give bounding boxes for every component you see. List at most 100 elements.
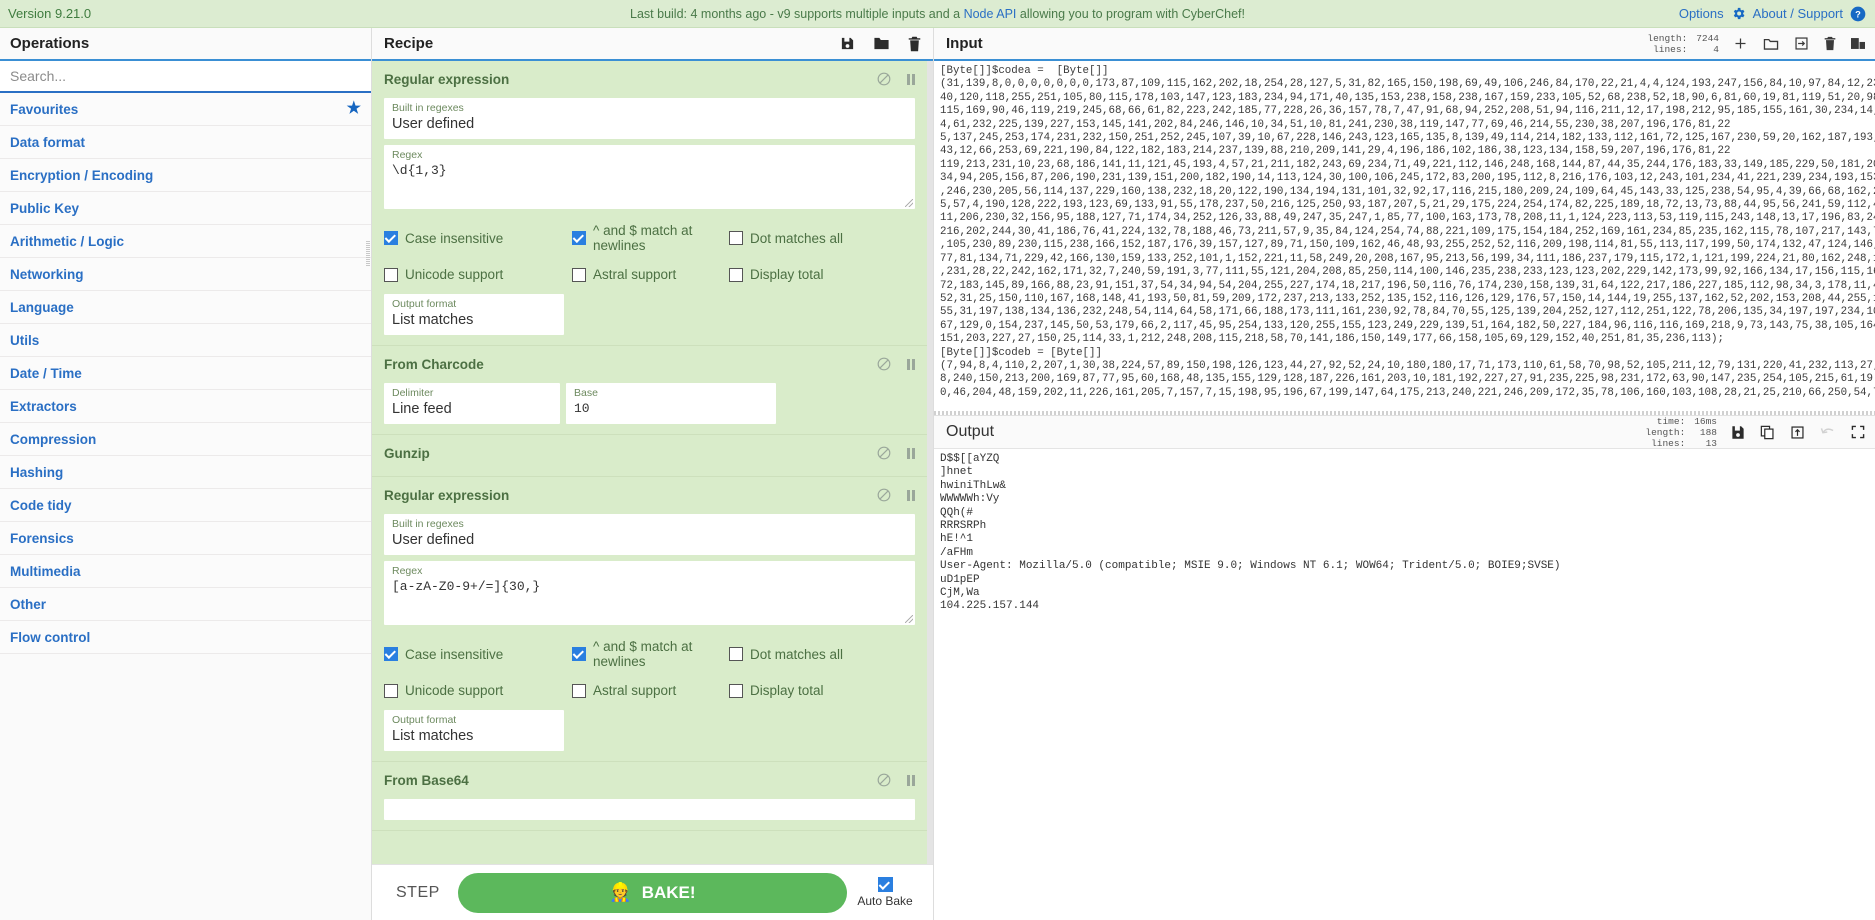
astral-support-checkbox[interactable] [572, 267, 586, 282]
input-textarea[interactable]: [Byte[]]$codea = [Byte[]] (31,139,8,0,0,… [934, 61, 1875, 416]
disable-op-icon[interactable] [877, 488, 891, 502]
bake-button[interactable]: 👷 BAKE! [457, 872, 847, 913]
open-file-folder-icon[interactable] [1763, 37, 1779, 51]
disable-op-icon[interactable] [877, 446, 891, 460]
breakpoint-pause-icon[interactable] [907, 358, 915, 370]
sidebar-item-language[interactable]: Language [0, 291, 371, 324]
io-split-handle[interactable] [934, 411, 1875, 415]
sidebar-item-other[interactable]: Other [0, 588, 371, 621]
operations-scrollbar[interactable] [366, 241, 370, 267]
unicode-support-checkbox-wrap[interactable]: Unicode support [384, 267, 572, 282]
display-total-checkbox-wrap[interactable]: Display total [729, 267, 824, 282]
sidebar-item-hashing[interactable]: Hashing [0, 456, 371, 489]
unicode-support-checkbox[interactable] [384, 267, 398, 282]
load-recipe-folder-icon[interactable] [873, 36, 890, 51]
astral-support-checkbox[interactable] [572, 683, 586, 698]
open-folder-as-input-icon[interactable] [1794, 36, 1809, 51]
sidebar-item-label: Code tidy [10, 497, 72, 513]
save-recipe-icon[interactable] [840, 36, 855, 51]
dotall-checkbox-wrap[interactable]: Dot matches all [729, 223, 843, 253]
maximise-output-icon[interactable] [1851, 425, 1865, 439]
case-insensitive-checkbox[interactable] [384, 647, 398, 661]
options-link[interactable]: Options [1679, 6, 1724, 21]
display-total-checkbox[interactable] [729, 683, 743, 698]
base-input[interactable]: Base 10 [566, 383, 776, 424]
case-insensitive-checkbox-wrap[interactable]: Case insensitive [384, 639, 572, 669]
dotall-checkbox[interactable] [729, 647, 743, 661]
search-input[interactable] [0, 61, 371, 93]
breakpoint-pause-icon[interactable] [907, 73, 915, 85]
delimiter-select[interactable]: Delimiter Line feed [384, 383, 560, 424]
regex-input[interactable]: Regex \d{1,3} [384, 145, 915, 209]
star-icon[interactable]: ★ [347, 101, 361, 117]
sidebar-item-extractors[interactable]: Extractors [0, 390, 371, 423]
case-insensitive-checkbox[interactable] [384, 231, 398, 245]
sidebar-item-favourites[interactable]: Favourites ★ [0, 93, 371, 126]
sidebar-item-data-format[interactable]: Data format [0, 126, 371, 159]
recipe-op-regular-expression-2[interactable]: Regular expression Built in regexes User… [372, 482, 927, 762]
sidebar-item-date-time[interactable]: Date / Time [0, 357, 371, 390]
builtin-regexes-select[interactable]: Built in regexes User defined [384, 514, 915, 555]
resize-handle[interactable] [905, 199, 913, 207]
sidebar-item-encryption-encoding[interactable]: Encryption / Encoding [0, 159, 371, 192]
add-input-tab-plus-icon[interactable] [1733, 36, 1748, 51]
display-total-checkbox-wrap[interactable]: Display total [729, 683, 824, 698]
auto-bake-toggle[interactable]: Auto Bake [847, 877, 923, 908]
breakpoint-pause-icon[interactable] [907, 447, 915, 459]
case-insensitive-checkbox-wrap[interactable]: Case insensitive [384, 223, 572, 253]
clear-recipe-trash-icon[interactable] [908, 36, 921, 52]
recipe-op-regular-expression-1[interactable]: Regular expression Built in regexes User… [372, 66, 927, 346]
unicode-support-checkbox-wrap[interactable]: Unicode support [384, 683, 572, 698]
sidebar-item-utils[interactable]: Utils [0, 324, 371, 357]
auto-bake-checkbox[interactable] [877, 877, 893, 892]
multiline-checkbox[interactable] [572, 231, 586, 245]
base64-alphabet-input[interactable] [384, 799, 915, 820]
unicode-support-checkbox[interactable] [384, 683, 398, 698]
input-text[interactable]: [Byte[]]$codea = [Byte[]] (31,139,8,0,0,… [934, 61, 1875, 400]
save-output-icon[interactable] [1731, 425, 1745, 440]
astral-support-checkbox-wrap[interactable]: Astral support [572, 267, 729, 282]
recipe-op-from-base64[interactable]: From Base64 [372, 767, 927, 831]
node-api-link[interactable]: Node API [964, 7, 1017, 21]
regex-input[interactable]: Regex [a-zA-Z0-9+/=]{30,} [384, 561, 915, 625]
multiline-checkbox[interactable] [572, 647, 586, 661]
gear-icon[interactable] [1731, 6, 1746, 21]
sidebar-item-forensics[interactable]: Forensics [0, 522, 371, 555]
disable-op-icon[interactable] [877, 72, 891, 86]
clear-input-trash-icon[interactable] [1824, 36, 1836, 51]
about-support-link[interactable]: About / Support [1753, 6, 1843, 21]
sidebar-item-flow-control[interactable]: Flow control [0, 621, 371, 654]
output-textarea[interactable]: D$$[[aYZQ ]hnet hwiniThLw& WWWWWh:Vy QQh… [934, 449, 1875, 920]
copy-output-icon[interactable] [1760, 425, 1775, 440]
disable-op-icon[interactable] [877, 773, 891, 787]
breakpoint-pause-icon[interactable] [907, 489, 915, 501]
recipe-title: Recipe [384, 35, 434, 52]
disable-op-icon[interactable] [877, 357, 891, 371]
output-format-select[interactable]: Output format List matches [384, 294, 564, 335]
sidebar-item-public-key[interactable]: Public Key [0, 192, 371, 225]
multiline-checkbox-wrap[interactable]: ^ and $ match at newlines [572, 639, 729, 669]
sidebar-item-networking[interactable]: Networking [0, 258, 371, 291]
multiline-checkbox-wrap[interactable]: ^ and $ match at newlines [572, 223, 729, 253]
reset-layout-icon[interactable] [1851, 37, 1865, 50]
recipe-op-gunzip[interactable]: Gunzip [372, 440, 927, 477]
output-format-select[interactable]: Output format List matches [384, 710, 564, 751]
sidebar-item-multimedia[interactable]: Multimedia [0, 555, 371, 588]
breakpoint-pause-icon[interactable] [907, 774, 915, 786]
astral-support-checkbox-wrap[interactable]: Astral support [572, 683, 729, 698]
display-total-checkbox[interactable] [729, 267, 743, 282]
undo-bake-icon[interactable] [1820, 425, 1836, 439]
dotall-checkbox[interactable] [729, 231, 743, 245]
dotall-checkbox-wrap[interactable]: Dot matches all [729, 639, 843, 669]
output-title: Output [946, 423, 995, 440]
sidebar-item-compression[interactable]: Compression [0, 423, 371, 456]
resize-handle[interactable] [905, 615, 913, 623]
step-button[interactable]: STEP [382, 884, 458, 902]
output-meta: time: 16ms length: 188 lines: 13 [1645, 416, 1731, 449]
move-output-to-input-icon[interactable] [1790, 425, 1805, 440]
help-question-icon[interactable]: ? [1850, 6, 1866, 22]
sidebar-item-code-tidy[interactable]: Code tidy [0, 489, 371, 522]
sidebar-item-arithmetic-logic[interactable]: Arithmetic / Logic [0, 225, 371, 258]
builtin-regexes-select[interactable]: Built in regexes User defined [384, 98, 915, 139]
recipe-op-from-charcode[interactable]: From Charcode Delimiter Line feed Base 1… [372, 351, 927, 435]
